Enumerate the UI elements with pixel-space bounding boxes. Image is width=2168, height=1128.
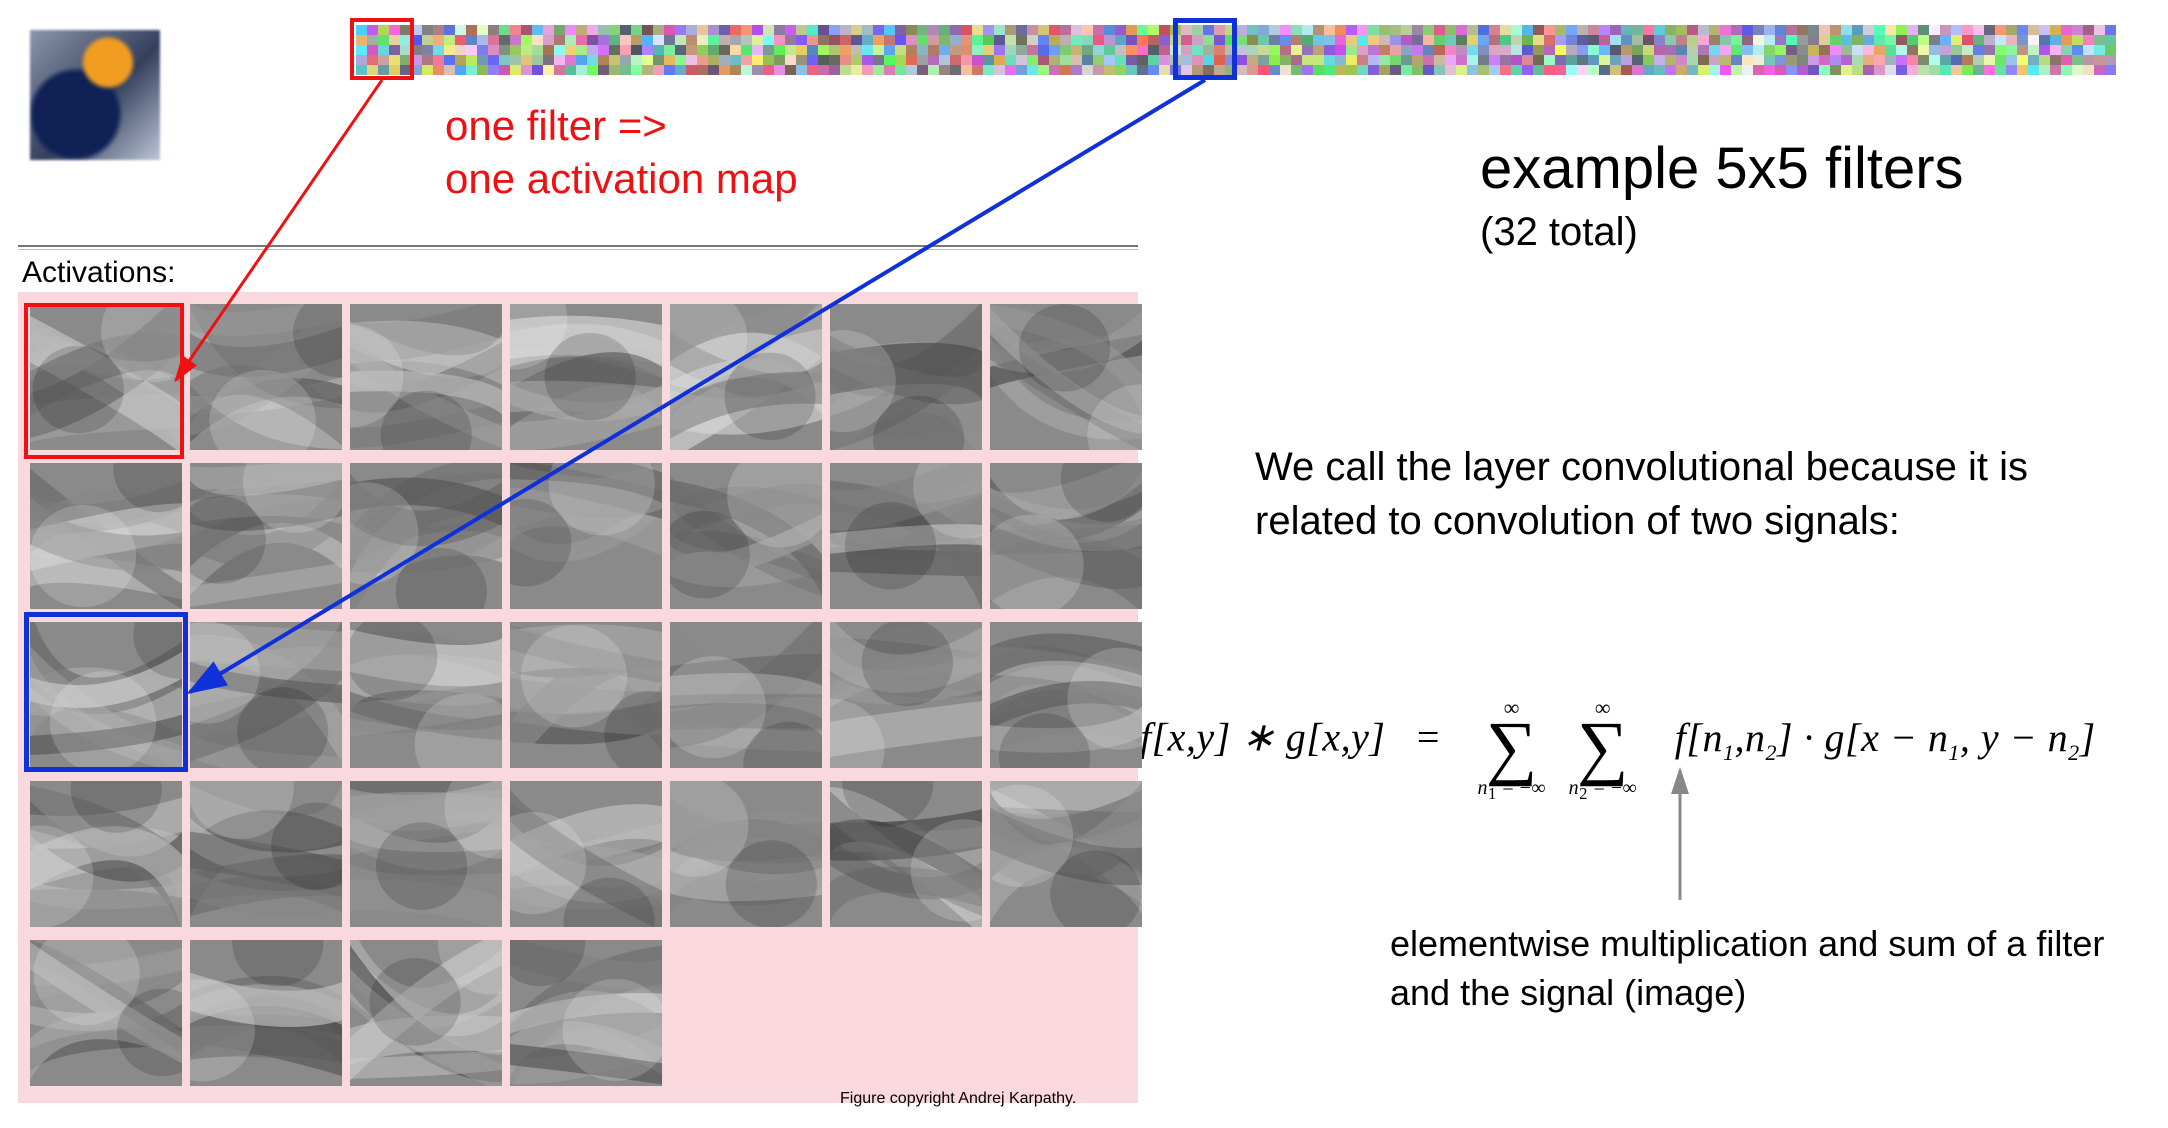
- filter-thumb-1: [411, 25, 466, 75]
- filter-thumb-13: [1071, 25, 1126, 75]
- filter-thumb-28: [1896, 25, 1951, 75]
- activation-map-13: [990, 463, 1142, 609]
- activation-map-1: [190, 304, 342, 450]
- activation-map-25: [670, 781, 822, 927]
- activation-map-0: [30, 304, 182, 450]
- filter-thumb-30: [2006, 25, 2061, 75]
- right-paragraph: We call the layer convolutional because …: [1255, 440, 2125, 548]
- activation-map-7: [30, 463, 182, 609]
- activations-panel: Activations:: [18, 245, 1138, 1103]
- annotation-red-line2: one activation map: [445, 153, 798, 206]
- activation-map-23: [350, 781, 502, 927]
- right-subtitle: (32 total): [1480, 210, 1638, 255]
- activation-map-2: [350, 304, 502, 450]
- filter-thumb-14: [1126, 25, 1181, 75]
- activation-map-5: [830, 304, 982, 450]
- activation-map-14: [30, 622, 182, 768]
- filter-thumb-17: [1291, 25, 1346, 75]
- filter-thumb-31: [2061, 25, 2116, 75]
- filter-thumb-8: [796, 25, 851, 75]
- activation-map-6: [990, 304, 1142, 450]
- filter-thumb-12: [1016, 25, 1071, 75]
- activations-label: Activations:: [18, 249, 1138, 292]
- activation-map-22: [190, 781, 342, 927]
- activation-map-26: [830, 781, 982, 927]
- activation-map-12: [830, 463, 982, 609]
- filter-thumb-6: [686, 25, 741, 75]
- formula-lhs: f[x,y] ∗ g[x,y]: [1140, 715, 1385, 760]
- filter-thumb-27: [1841, 25, 1896, 75]
- activation-map-9: [350, 463, 502, 609]
- annotation-red-line1: one filter =>: [445, 100, 798, 153]
- activation-map-24: [510, 781, 662, 927]
- filter-thumb-25: [1731, 25, 1786, 75]
- figure-copyright: Figure copyright Andrej Karpathy.: [840, 1090, 1076, 1108]
- activation-map-27: [990, 781, 1142, 927]
- formula-sum2: ∞ ∑ n2 = −∞: [1569, 680, 1638, 803]
- activation-map-3: [510, 304, 662, 450]
- filter-thumb-4: [576, 25, 631, 75]
- convolution-formula: f[x,y] ∗ g[x,y] = ∞ ∑ n1 = −∞ ∞ ∑ n2 = −…: [1140, 680, 2096, 803]
- formula-rhs: f[n1,n2] · g[x − n1, y − n2]: [1675, 715, 2096, 760]
- activation-map-20: [990, 622, 1142, 768]
- filter-thumb-9: [851, 25, 906, 75]
- filter-thumb-16: [1236, 25, 1291, 75]
- activation-map-29: [190, 940, 342, 1086]
- activation-map-16: [350, 622, 502, 768]
- activation-map-21: [30, 781, 182, 927]
- filter-thumb-29: [1951, 25, 2006, 75]
- activation-map-10: [510, 463, 662, 609]
- activation-map-4: [670, 304, 822, 450]
- activation-map-28: [30, 940, 182, 1086]
- activation-map-11: [670, 463, 822, 609]
- annotation-red-text: one filter => one activation map: [445, 100, 798, 205]
- filter-thumb-23: [1621, 25, 1676, 75]
- filter-thumb-2: [466, 25, 521, 75]
- filter-thumb-24: [1676, 25, 1731, 75]
- activation-map-17: [510, 622, 662, 768]
- filter-thumb-3: [521, 25, 576, 75]
- filter-thumb-11: [961, 25, 1016, 75]
- filter-thumb-15: [1181, 25, 1236, 75]
- activation-map-8: [190, 463, 342, 609]
- filter-thumb-18: [1346, 25, 1401, 75]
- activation-map-15: [190, 622, 342, 768]
- formula-sum1: ∞ ∑ n1 = −∞: [1477, 680, 1546, 803]
- right-title: example 5x5 filters: [1480, 135, 1964, 202]
- filter-thumb-20: [1456, 25, 1511, 75]
- filters-row: [356, 25, 2116, 75]
- filter-thumb-21: [1511, 25, 1566, 75]
- filter-thumb-22: [1566, 25, 1621, 75]
- filter-thumb-10: [906, 25, 961, 75]
- filter-thumb-26: [1786, 25, 1841, 75]
- input-image-thumbnail: [30, 30, 160, 160]
- activations-grid: [18, 292, 1138, 1103]
- filter-thumb-5: [631, 25, 686, 75]
- activation-map-19: [830, 622, 982, 768]
- filter-thumb-19: [1401, 25, 1456, 75]
- filter-thumb-7: [741, 25, 796, 75]
- activation-map-31: [510, 940, 662, 1086]
- activation-map-18: [670, 622, 822, 768]
- filter-thumb-0: [356, 25, 411, 75]
- activation-map-30: [350, 940, 502, 1086]
- elementwise-note: elementwise multiplication and sum of a …: [1390, 920, 2150, 1017]
